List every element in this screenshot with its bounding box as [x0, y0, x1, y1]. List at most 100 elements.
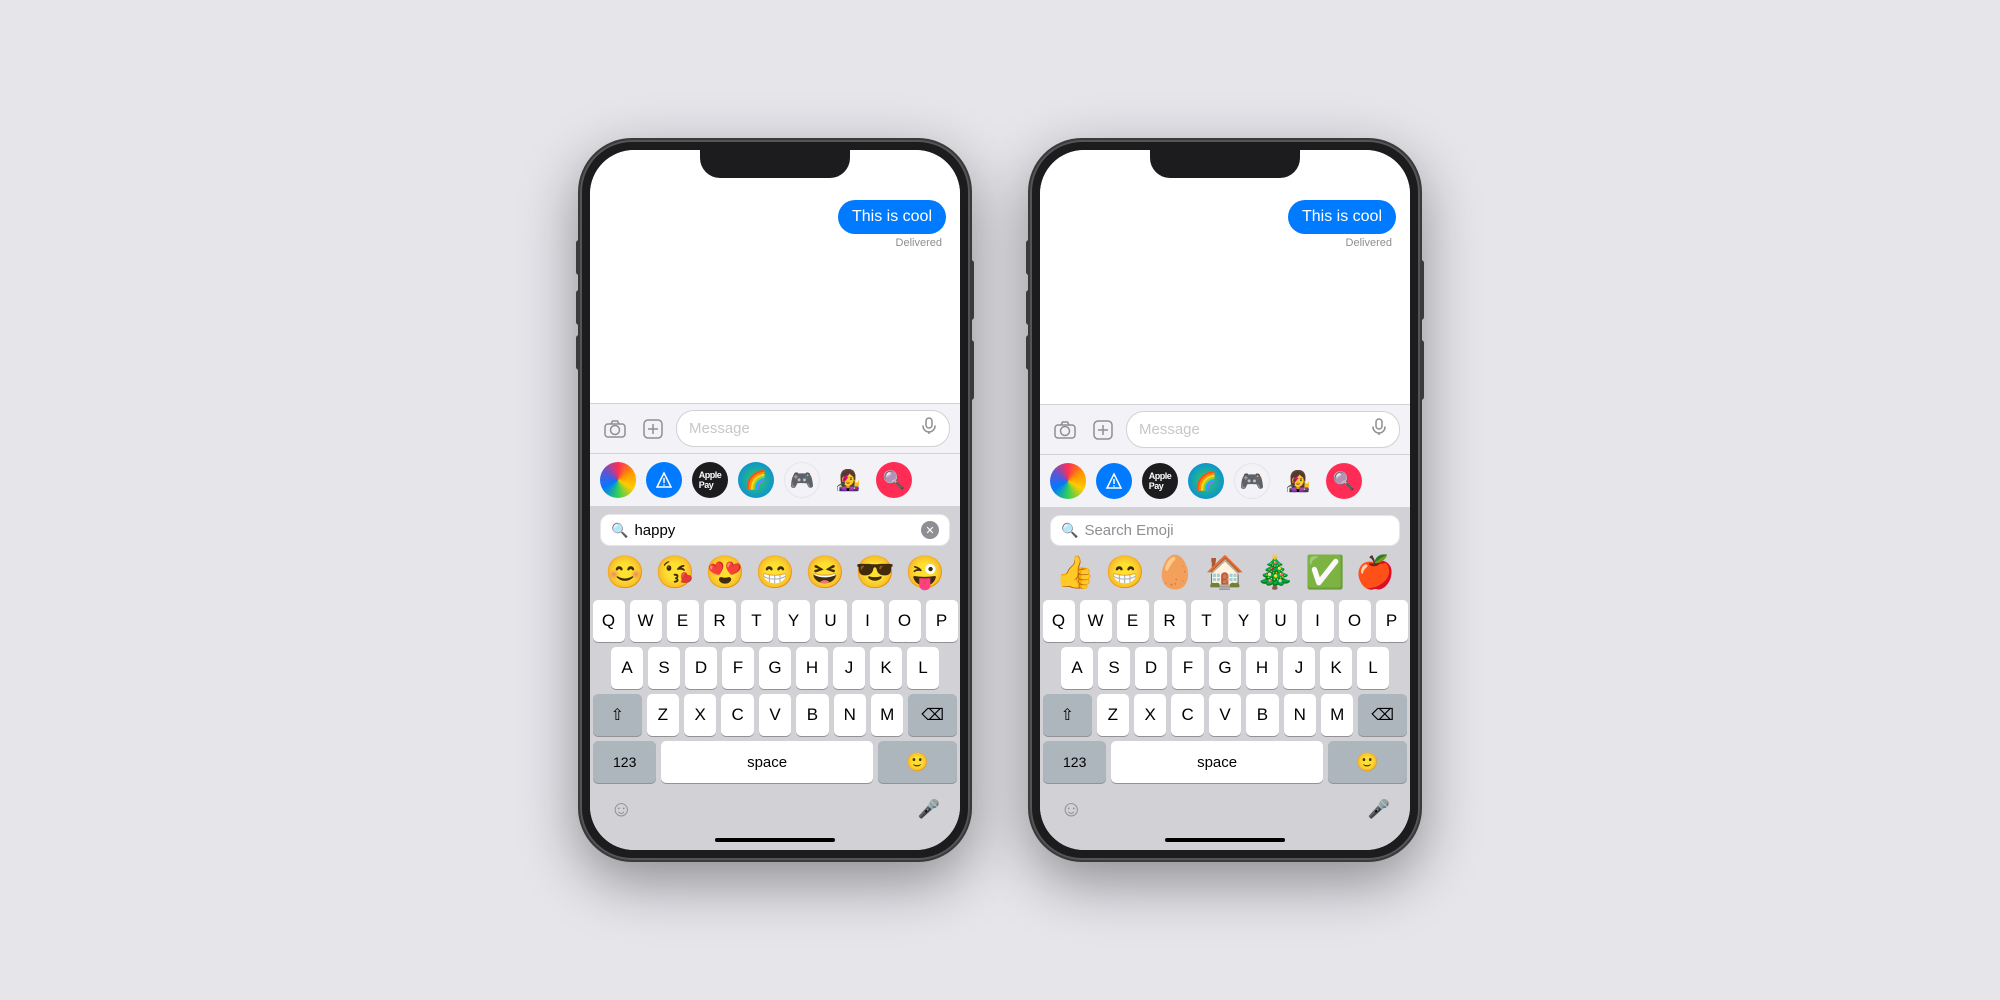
emoji-6-left[interactable]: 😎	[855, 556, 895, 588]
key-P-right[interactable]: P	[1376, 600, 1408, 642]
appstore-icon-left[interactable]	[638, 414, 668, 444]
key-H-right[interactable]: H	[1246, 647, 1278, 689]
emoji-3-right[interactable]: 🥚	[1155, 556, 1195, 588]
key-N-left[interactable]: N	[834, 694, 866, 736]
emoji-4-right[interactable]: 🏠	[1205, 556, 1245, 588]
tray-photos-left[interactable]	[600, 462, 636, 498]
emoji-search-bar-right[interactable]: 🔍 Search Emoji	[1050, 515, 1400, 546]
key-K-left[interactable]: K	[870, 647, 902, 689]
key-emoji-right[interactable]: 🙂	[1328, 741, 1407, 783]
tray-photos-right[interactable]	[1050, 463, 1086, 499]
key-N-right[interactable]: N	[1284, 694, 1316, 736]
tray-appstore-left[interactable]	[646, 462, 682, 498]
key-emoji-left[interactable]: 🙂	[878, 741, 957, 783]
key-G-left[interactable]: G	[759, 647, 791, 689]
key-S-right[interactable]: S	[1098, 647, 1130, 689]
key-shift-left[interactable]: ⇧	[593, 694, 642, 736]
key-Q-left[interactable]: Q	[593, 600, 625, 642]
key-D-left[interactable]: D	[685, 647, 717, 689]
key-space-left[interactable]: space	[661, 741, 872, 783]
key-F-right[interactable]: F	[1172, 647, 1204, 689]
camera-icon-left[interactable]	[600, 414, 630, 444]
key-U-left[interactable]: U	[815, 600, 847, 642]
key-P-left[interactable]: P	[926, 600, 958, 642]
key-123-right[interactable]: 123	[1043, 741, 1106, 783]
key-Y-left[interactable]: Y	[778, 600, 810, 642]
emoji-7-right[interactable]: 🍎	[1355, 556, 1395, 588]
key-B-left[interactable]: B	[796, 694, 828, 736]
key-T-left[interactable]: T	[741, 600, 773, 642]
camera-icon-right[interactable]	[1050, 415, 1080, 445]
mic-bottom-icon-right[interactable]: 🎤	[1368, 799, 1390, 820]
key-M-left[interactable]: M	[871, 694, 903, 736]
key-F-left[interactable]: F	[722, 647, 754, 689]
key-123-left[interactable]: 123	[593, 741, 656, 783]
emoji-2-left[interactable]: 😘	[655, 556, 695, 588]
key-shift-right[interactable]: ⇧	[1043, 694, 1092, 736]
tray-appstore-right[interactable]	[1096, 463, 1132, 499]
key-space-right[interactable]: space	[1111, 741, 1322, 783]
emoji-search-bar-left[interactable]: 🔍 happy ✕	[600, 514, 950, 546]
key-E-right[interactable]: E	[1117, 600, 1149, 642]
key-A-left[interactable]: A	[611, 647, 643, 689]
key-I-right[interactable]: I	[1302, 600, 1334, 642]
appstore-icon-right[interactable]	[1088, 415, 1118, 445]
mic-bottom-icon-left[interactable]: 🎤	[918, 799, 940, 820]
tray-globe-left[interactable]: 🔍	[876, 462, 912, 498]
search-clear-left[interactable]: ✕	[921, 521, 939, 539]
key-L-right[interactable]: L	[1357, 647, 1389, 689]
tray-applepay-left[interactable]: ApplePay	[692, 462, 728, 498]
key-G-right[interactable]: G	[1209, 647, 1241, 689]
key-R-right[interactable]: R	[1154, 600, 1186, 642]
key-A-right[interactable]: A	[1061, 647, 1093, 689]
emoji-bottom-icon-left[interactable]: ☺	[610, 796, 632, 822]
tray-memoji2-left[interactable]: 🎮	[784, 462, 820, 498]
key-L-left[interactable]: L	[907, 647, 939, 689]
key-R-left[interactable]: R	[704, 600, 736, 642]
key-W-right[interactable]: W	[1080, 600, 1112, 642]
emoji-bottom-icon-right[interactable]: ☺	[1060, 796, 1082, 822]
tray-memoji1-left[interactable]: 🌈	[738, 462, 774, 498]
emoji-3-left[interactable]: 😍	[705, 556, 745, 588]
tray-globe-right[interactable]: 🔍	[1326, 463, 1362, 499]
key-Q-right[interactable]: Q	[1043, 600, 1075, 642]
emoji-1-left[interactable]: 😊	[605, 556, 645, 588]
key-X-right[interactable]: X	[1134, 694, 1166, 736]
key-C-left[interactable]: C	[721, 694, 753, 736]
key-T-right[interactable]: T	[1191, 600, 1223, 642]
key-delete-right[interactable]: ⌫	[1358, 694, 1407, 736]
key-W-left[interactable]: W	[630, 600, 662, 642]
emoji-5-left[interactable]: 😆	[805, 556, 845, 588]
key-I-left[interactable]: I	[852, 600, 884, 642]
tray-applepay-right[interactable]: ApplePay	[1142, 463, 1178, 499]
emoji-7-left[interactable]: 😜	[905, 556, 945, 588]
key-Z-left[interactable]: Z	[647, 694, 679, 736]
tray-memoji3-left[interactable]: 👩‍🎤	[830, 462, 866, 498]
key-V-right[interactable]: V	[1209, 694, 1241, 736]
key-C-right[interactable]: C	[1171, 694, 1203, 736]
key-delete-left[interactable]: ⌫	[908, 694, 957, 736]
message-input-field-right[interactable]: Message	[1126, 411, 1400, 448]
tray-memoji2-right[interactable]: 🎮	[1234, 463, 1270, 499]
emoji-6-right[interactable]: ✅	[1305, 556, 1345, 588]
key-Z-right[interactable]: Z	[1097, 694, 1129, 736]
key-O-right[interactable]: O	[1339, 600, 1371, 642]
key-O-left[interactable]: O	[889, 600, 921, 642]
tray-memoji1-right[interactable]: 🌈	[1188, 463, 1224, 499]
key-Y-right[interactable]: Y	[1228, 600, 1260, 642]
message-input-field-left[interactable]: Message	[676, 410, 950, 447]
key-X-left[interactable]: X	[684, 694, 716, 736]
key-J-left[interactable]: J	[833, 647, 865, 689]
emoji-2-right[interactable]: 😁	[1105, 556, 1145, 588]
key-D-right[interactable]: D	[1135, 647, 1167, 689]
key-K-right[interactable]: K	[1320, 647, 1352, 689]
key-E-left[interactable]: E	[667, 600, 699, 642]
key-H-left[interactable]: H	[796, 647, 828, 689]
tray-memoji3-right[interactable]: 👩‍🎤	[1280, 463, 1316, 499]
key-S-left[interactable]: S	[648, 647, 680, 689]
key-B-right[interactable]: B	[1246, 694, 1278, 736]
key-V-left[interactable]: V	[759, 694, 791, 736]
key-M-right[interactable]: M	[1321, 694, 1353, 736]
emoji-4-left[interactable]: 😁	[755, 556, 795, 588]
emoji-1-right[interactable]: 👍	[1055, 556, 1095, 588]
